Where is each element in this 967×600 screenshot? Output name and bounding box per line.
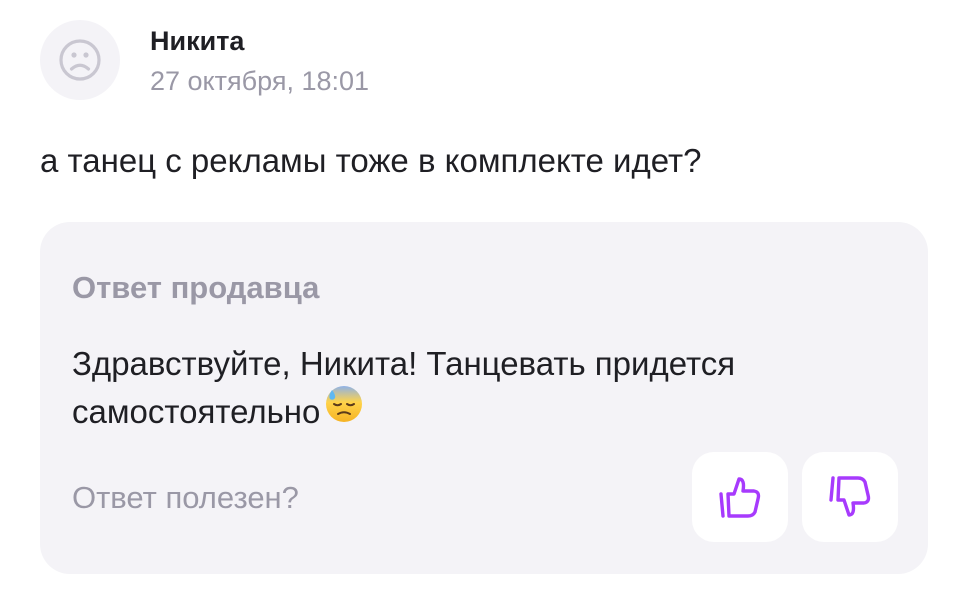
author-name: Никита xyxy=(150,26,245,56)
review-date: 27 октября, 18:01 xyxy=(150,66,370,96)
review-card: Никита 27 октября, 18:01 а танец с рекла… xyxy=(0,0,967,600)
sad-face-icon xyxy=(59,39,101,81)
seller-reply-title: Ответ продавца xyxy=(72,270,320,305)
review-text: а танец с рекламы тоже в комплекте идет? xyxy=(40,142,702,179)
seller-reply-body: Здравствуйте, Никита! Танцевать придется… xyxy=(72,340,852,441)
avatar[interactable] xyxy=(40,20,120,100)
dislike-button[interactable] xyxy=(802,452,898,542)
seller-reply-text: Здравствуйте, Никита! Танцевать придется… xyxy=(72,345,736,431)
thumbs-up-icon xyxy=(719,477,761,518)
helpful-question: Ответ полезен? xyxy=(72,480,299,515)
thumbs-down-icon xyxy=(829,476,871,517)
downcast-face-with-sweat-emoji xyxy=(324,384,364,437)
like-button[interactable] xyxy=(692,452,788,542)
seller-reply-card: Ответ продавца Здравствуйте, Никита! Тан… xyxy=(40,222,928,574)
